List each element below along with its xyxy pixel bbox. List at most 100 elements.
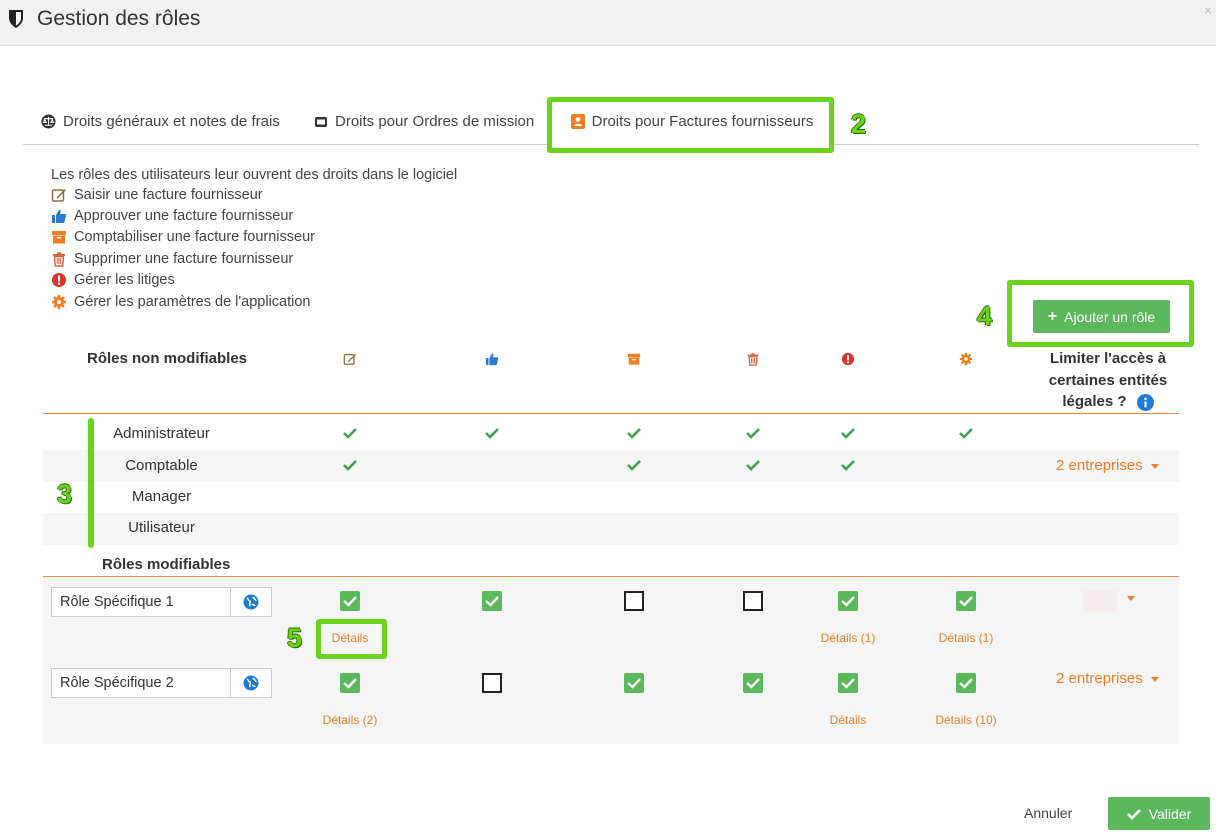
table-row: Utilisateur <box>43 513 1179 545</box>
validate-button[interactable]: Valider <box>1108 797 1210 830</box>
add-role-button[interactable]: + Ajouter un rôle <box>1033 300 1170 333</box>
checkbox-checked[interactable] <box>624 673 644 693</box>
details-link[interactable]: Détails (1) <box>916 631 1016 645</box>
tab-mission-orders[interactable]: Droits pour Ordres de mission <box>314 98 534 145</box>
balance-icon <box>41 114 56 129</box>
thumbs-up-icon <box>485 353 499 366</box>
check-icon <box>485 596 499 607</box>
highlight-bar-fixed-roles <box>88 418 94 548</box>
role-name: Comptable <box>125 457 198 474</box>
checkbox-checked[interactable] <box>340 673 360 693</box>
thumbs-up-icon <box>52 209 67 224</box>
check-icon <box>627 678 641 689</box>
checkbox-unchecked[interactable] <box>624 591 644 611</box>
check-icon <box>841 678 855 689</box>
checkbox-checked[interactable] <box>743 673 763 693</box>
globe-button[interactable] <box>230 587 272 617</box>
entities-dropdown[interactable]: 2 entreprises <box>1056 457 1159 474</box>
check-icon <box>627 428 641 439</box>
role-name-input[interactable] <box>51 587 231 617</box>
annotation-number: 4 <box>977 301 993 331</box>
archive-icon <box>52 231 66 244</box>
check-icon <box>959 678 973 689</box>
legend-item: Approuver une facture fournisseur <box>51 205 457 226</box>
tab-label: Droits pour Factures fournisseurs <box>591 113 814 130</box>
details-link[interactable]: Détails (2) <box>300 713 400 727</box>
tab-supplier-invoices[interactable]: Droits pour Factures fournisseurs <box>551 98 833 145</box>
modal-header: Gestion des rôles × <box>0 0 1216 46</box>
redacted-placeholder <box>1083 590 1117 612</box>
briefcase-icon <box>315 116 327 127</box>
checkbox-checked[interactable] <box>482 591 502 611</box>
checkbox-checked[interactable] <box>838 673 858 693</box>
checkbox-checked[interactable] <box>956 591 976 611</box>
check-icon <box>485 428 499 439</box>
checkbox-checked[interactable] <box>838 591 858 611</box>
trash-icon <box>747 353 759 366</box>
gear-icon <box>959 352 973 366</box>
role-name-input[interactable] <box>51 668 231 698</box>
archive-icon <box>627 353 641 365</box>
check-icon <box>343 678 357 689</box>
details-link[interactable]: Détails <box>798 713 898 727</box>
checkbox-checked[interactable] <box>956 673 976 693</box>
role-name: Utilisateur <box>128 519 195 536</box>
globe-button[interactable] <box>230 668 272 698</box>
annotation-number: 5 <box>287 623 303 653</box>
cancel-button[interactable]: Annuler <box>1024 805 1072 821</box>
edit-icon <box>343 353 357 365</box>
checkbox-checked[interactable] <box>340 591 360 611</box>
caret-down-icon[interactable] <box>1127 596 1135 601</box>
editable-roles-header: Rôles modifiables <box>102 556 231 573</box>
check-icon <box>746 678 760 689</box>
role-name: Administrateur <box>113 425 210 442</box>
details-link[interactable]: Détails (10) <box>916 713 1016 727</box>
caret-down-icon <box>1150 676 1159 682</box>
check-icon <box>627 460 641 471</box>
check-icon <box>343 460 357 471</box>
trash-icon <box>53 252 65 267</box>
table-row: Manager <box>43 482 1179 513</box>
check-icon <box>959 428 973 439</box>
check-icon <box>959 596 973 607</box>
globe-icon <box>243 594 259 610</box>
details-link[interactable]: Détails (1) <box>798 631 898 645</box>
entities-dropdown[interactable]: 2 entreprises <box>1056 670 1159 687</box>
check-icon <box>343 596 357 607</box>
check-icon <box>841 596 855 607</box>
limit-entities-header: Limiter l'accès à certaines entités léga… <box>1048 350 1168 411</box>
check-icon <box>343 428 357 439</box>
close-icon[interactable]: × <box>1204 2 1212 18</box>
legend-item: Gérer les litiges <box>51 270 457 291</box>
tab-general-rights[interactable]: Droits généraux et notes de frais <box>41 98 280 145</box>
plus-icon: + <box>1047 307 1058 325</box>
check-icon <box>841 428 855 439</box>
annotation-number: 3 <box>57 479 73 509</box>
divider <box>43 413 1179 414</box>
legend-item: Comptabiliser une facture fournisseur <box>51 227 457 248</box>
annotation-number: 2 <box>851 109 867 139</box>
check-icon <box>746 460 760 471</box>
check-icon <box>746 428 760 439</box>
table-row: Comptable 2 entreprises <box>43 450 1179 482</box>
role-name: Manager <box>131 488 192 505</box>
legend-item: Saisir une facture fournisseur <box>51 184 457 205</box>
tab-label: Droits pour Ordres de mission <box>335 113 535 130</box>
exclamation-icon <box>52 273 66 288</box>
details-link[interactable]: Détails <box>300 631 400 645</box>
modal-title: Gestion des rôles <box>37 7 201 30</box>
info-icon[interactable] <box>1136 393 1154 411</box>
gear-icon <box>52 294 66 309</box>
legend-item: Supprimer une facture fournisseur <box>51 248 457 269</box>
invoice-icon <box>570 114 585 129</box>
legend-intro: Les rôles des utilisateurs leur ouvrent … <box>51 167 458 183</box>
exclamation-icon <box>841 352 855 366</box>
shield-icon <box>9 10 23 28</box>
checkbox-unchecked[interactable] <box>482 673 502 693</box>
tab-label: Droits généraux et notes de frais <box>63 113 280 130</box>
check-icon <box>1126 808 1141 820</box>
checkbox-unchecked[interactable] <box>743 591 763 611</box>
caret-down-icon <box>1150 463 1159 469</box>
tab-bar: Droits généraux et notes de frais Droits… <box>23 98 1199 145</box>
check-icon <box>841 460 855 471</box>
